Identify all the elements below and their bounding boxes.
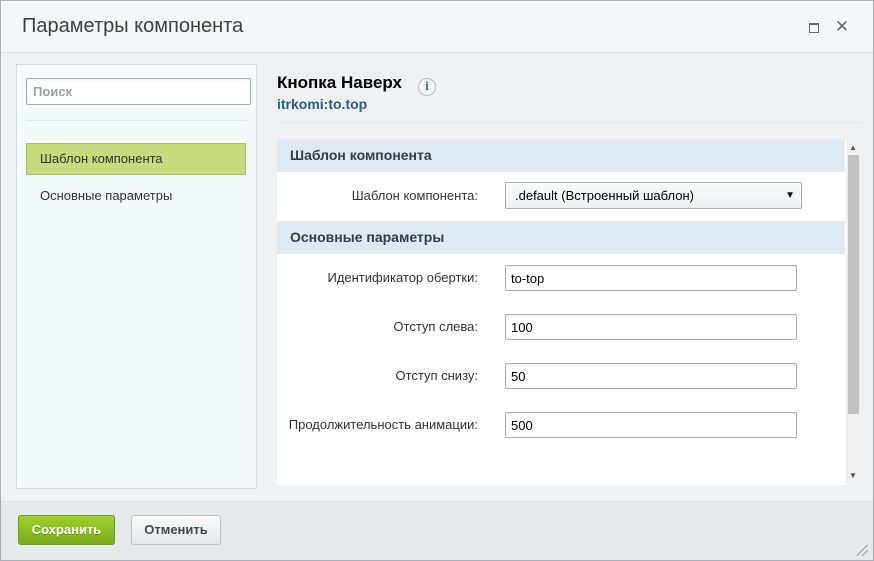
resize-handle-icon[interactable] [857,545,868,556]
dropdown-arrow-icon: ▼ [785,190,795,201]
offset-left-label: Отступ слева: [393,319,478,334]
maximize-icon[interactable] [803,16,825,38]
animation-duration-input[interactable] [505,412,797,438]
sidebar: Шаблон компонента Основные параметры [16,64,257,489]
dialog-titlebar[interactable]: Параметры компонента ✕ [1,1,873,53]
search-input[interactable] [26,78,251,105]
section-main-header: Основные параметры [277,221,845,254]
offset-left-input[interactable] [505,314,797,340]
scroll-up-icon[interactable]: ▲ [846,141,860,155]
info-icon[interactable]: i [418,78,436,96]
sidebar-item-main-params[interactable]: Основные параметры [26,180,243,211]
close-icon[interactable]: ✕ [831,16,853,38]
offset-bottom-label: Отступ снизу: [395,368,478,383]
scrollbar-thumb[interactable] [848,155,859,414]
component-params-dialog: Параметры компонента ✕ Шаблон компонента… [0,0,874,561]
section-template-header: Шаблон компонента [277,139,845,172]
sidebar-item-template[interactable]: Шаблон компонента [26,143,246,175]
template-label: Шаблон компонента: [351,188,478,203]
template-select-value: .default (Встроенный шаблон) [515,188,694,203]
header-divider [277,122,862,123]
dialog-title: Параметры компонента [22,15,244,37]
sidebar-divider [26,120,247,121]
save-button[interactable]: Сохранить [18,515,115,545]
template-select[interactable]: .default (Встроенный шаблон) ▼ [505,182,802,209]
component-code: itrkomi:to.top [277,96,368,112]
animation-duration-label: Продолжительность анимации: [288,417,478,432]
wrapper-id-input[interactable] [505,265,797,291]
offset-bottom-input[interactable] [505,363,797,389]
scroll-down-icon[interactable]: ▼ [846,469,860,483]
component-name: Кнопка Наверх [277,73,403,92]
cancel-button[interactable]: Отменить [131,515,221,545]
wrapper-id-label: Идентификатор обертки: [327,270,478,285]
